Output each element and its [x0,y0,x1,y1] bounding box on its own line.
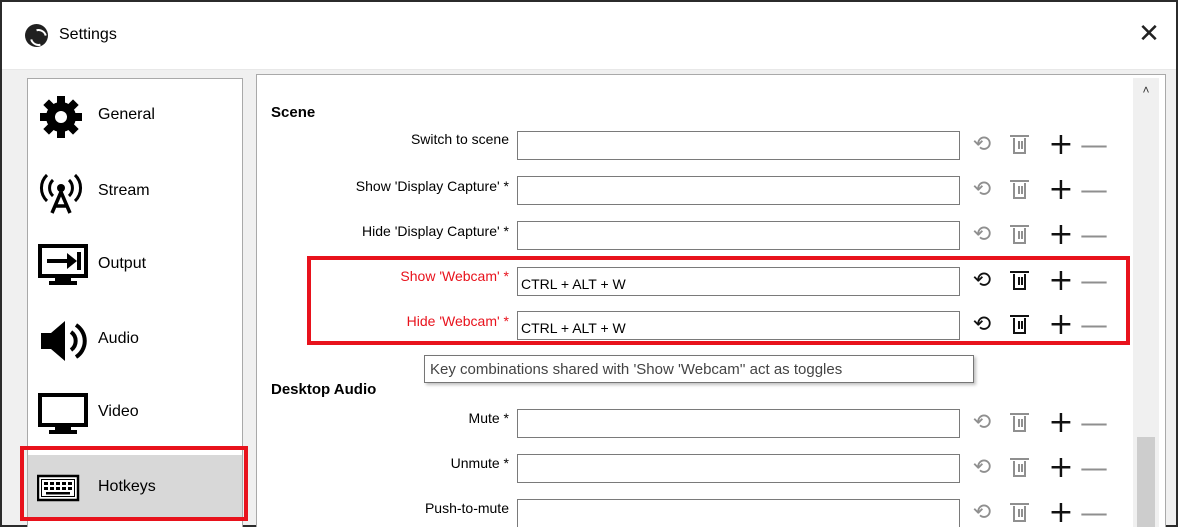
trash-icon[interactable] [1008,220,1032,250]
revert-icon[interactable]: ⟲ [968,408,996,438]
hotkey-actions: ⟲ + — [966,175,1108,205]
monitor-arrow-icon [37,241,93,291]
add-icon[interactable]: + [1046,453,1076,483]
add-icon[interactable]: + [1046,408,1076,438]
speaker-icon [37,316,93,366]
gear-icon [37,92,93,142]
revert-icon[interactable]: ⟲ [968,220,996,250]
scrollbar-thumb[interactable] [1137,437,1155,527]
sidebar-item-output[interactable]: Output [28,232,242,298]
revert-icon[interactable]: ⟲ [968,130,996,160]
sidebar-item-label: Output [98,255,147,272]
monitor-icon [37,389,93,439]
revert-icon[interactable]: ⟲ [968,498,996,527]
remove-icon[interactable]: — [1080,175,1108,205]
sidebar-item-label: Stream [98,182,150,199]
sidebar-item-label: Audio [98,330,139,347]
revert-icon[interactable]: ⟲ [968,453,996,483]
obs-logo-icon [25,24,48,47]
trash-icon[interactable] [1008,408,1032,438]
sidebar-item-label: Video [98,403,139,420]
window-title: Settings [59,26,117,43]
hotkey-actions: ⟲ + — [966,220,1108,250]
trash-icon[interactable] [1008,175,1032,205]
hotkey-input[interactable] [517,176,960,205]
sidebar-item-audio[interactable]: Audio [28,307,242,373]
hotkey-label: Mute * [468,410,509,426]
close-button[interactable]: ✕ [1134,19,1164,49]
add-icon[interactable]: + [1046,220,1076,250]
trash-icon[interactable] [1008,130,1032,160]
scroll-up-icon[interactable]: ˄ [1133,80,1159,100]
hotkey-input[interactable] [517,409,960,438]
hotkey-input[interactable] [517,499,960,527]
title-bar: Settings ✕ [2,2,1176,70]
sidebar-item-label: General [98,106,155,123]
hotkey-label: Switch to scene [410,131,509,147]
hotkey-label: Unmute * [450,455,509,471]
hotkey-label: Show 'Display Capture' * [355,178,509,194]
hotkey-label: Push-to-mute [424,500,509,516]
toggle-tooltip: Key combinations shared with 'Show 'Webc… [424,355,974,383]
section-heading-desktop-audio: Desktop Audio [271,381,377,398]
add-icon[interactable]: + [1046,130,1076,160]
hotkey-actions: ⟲ + — [966,408,1108,438]
remove-icon[interactable]: — [1080,220,1108,250]
sidebar-item-general[interactable]: General [28,83,242,149]
sidebar-item-video[interactable]: Video [28,380,242,446]
hotkey-actions: ⟲ + — [966,498,1108,527]
hotkey-label: Hide 'Display Capture' * [362,223,509,239]
hotkey-input[interactable] [517,454,960,483]
remove-icon[interactable]: — [1080,453,1108,483]
sidebar-highlight-box [20,446,248,521]
add-icon[interactable]: + [1046,175,1076,205]
sidebar-item-stream[interactable]: Stream [28,159,242,225]
hotkey-input[interactable] [517,131,960,160]
hotkey-input[interactable] [517,221,960,250]
section-heading-scene: Scene [271,104,316,121]
remove-icon[interactable]: — [1080,130,1108,160]
remove-icon[interactable]: — [1080,408,1108,438]
add-icon[interactable]: + [1046,498,1076,527]
hotkey-actions: ⟲ + — [966,453,1108,483]
hotkey-actions: ⟲ + — [966,130,1108,160]
revert-icon[interactable]: ⟲ [968,175,996,205]
antenna-icon [37,168,93,218]
trash-icon[interactable] [1008,498,1032,527]
trash-icon[interactable] [1008,453,1032,483]
remove-icon[interactable]: — [1080,498,1108,527]
webcam-rows-highlight-box [307,256,1130,345]
